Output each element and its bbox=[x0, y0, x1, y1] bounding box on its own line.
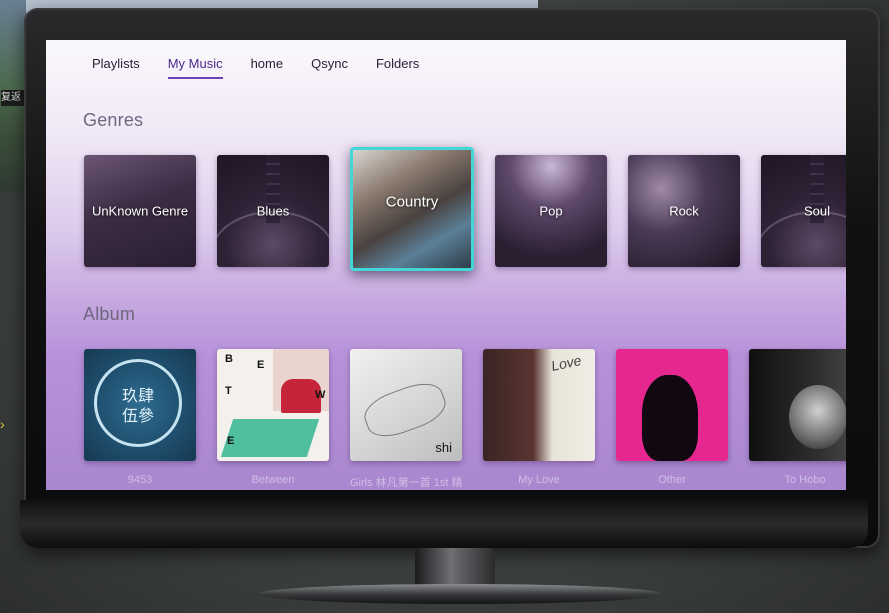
album-art-block bbox=[220, 419, 320, 457]
album-art-silhouette bbox=[642, 375, 698, 461]
tv-stand-base bbox=[258, 584, 662, 604]
background-window-caption: 复返 bbox=[1, 90, 25, 106]
tab-playlists[interactable]: Playlists bbox=[92, 56, 140, 79]
album-caption: To Hobo bbox=[784, 474, 826, 486]
album-art-letter: E bbox=[227, 435, 235, 447]
genre-label: Pop bbox=[539, 203, 563, 219]
album-art-letter: T bbox=[225, 385, 232, 397]
album-caption: Other bbox=[658, 474, 686, 486]
album-caption: Between bbox=[251, 474, 295, 486]
genre-label: Blues bbox=[256, 203, 290, 219]
genre-label: UnKnown Genre bbox=[91, 203, 189, 219]
album-cover-other[interactable] bbox=[616, 349, 728, 461]
album-caption: Girls 林凡第一首 1st 精 bbox=[350, 477, 462, 489]
album-row: 玖肆 伍參 B E T W E shi Love bbox=[84, 349, 846, 461]
genres-section-title: Genres bbox=[83, 110, 144, 130]
album-art-stroke bbox=[359, 376, 451, 444]
album-cover-to-hobo[interactable] bbox=[749, 349, 846, 461]
album-cover-girls[interactable]: shi bbox=[350, 349, 462, 461]
genre-tile-unknown[interactable]: UnKnown Genre bbox=[84, 155, 196, 267]
genre-label: Soul bbox=[803, 203, 831, 219]
album-caption: 9453 bbox=[127, 474, 153, 486]
album-seal-image: 玖肆 伍參 bbox=[94, 359, 182, 447]
tv-bezel bbox=[20, 500, 868, 548]
tab-qsync[interactable]: Qsync bbox=[311, 56, 348, 79]
genre-tile-soul[interactable]: Soul bbox=[761, 155, 846, 267]
genre-tile-pop[interactable]: Pop bbox=[495, 155, 607, 267]
album-art-letter: E bbox=[257, 359, 265, 371]
tab-home[interactable]: home bbox=[251, 56, 284, 79]
album-art-text: 玖肆 伍參 bbox=[121, 386, 154, 425]
background-window: 复返 bbox=[0, 0, 27, 192]
album-art-text: Love bbox=[549, 352, 583, 374]
arrow-icon: › bbox=[0, 416, 5, 432]
guitar-body-image bbox=[761, 211, 846, 267]
album-cover-9453[interactable]: 玖肆 伍參 bbox=[84, 349, 196, 461]
top-navigation: Playlists My Music home Qsync Folders bbox=[92, 56, 447, 79]
album-art-text: shi bbox=[435, 440, 452, 455]
album-captions-row: 9453 Between Girls 林凡第一首 1st 精 My Love O… bbox=[84, 474, 846, 490]
album-art-letter: W bbox=[315, 389, 326, 401]
tv-stand-neck bbox=[415, 548, 495, 588]
tab-my-music[interactable]: My Music bbox=[167, 56, 223, 79]
genre-label: Country bbox=[385, 193, 439, 211]
album-cover-between[interactable]: B E T W E bbox=[217, 349, 329, 461]
genre-tile-country[interactable]: Country bbox=[350, 147, 474, 271]
album-art-face bbox=[789, 385, 846, 449]
album-art-letter: B bbox=[225, 353, 233, 365]
album-caption: My Love bbox=[518, 474, 560, 486]
tv-screen: Playlists My Music home Qsync Folders Ge… bbox=[46, 40, 846, 490]
guitar-body-image bbox=[217, 211, 329, 267]
genre-tile-blues[interactable]: Blues bbox=[217, 155, 329, 267]
album-cover-my-love[interactable]: Love bbox=[483, 349, 595, 461]
genre-tile-rock[interactable]: Rock bbox=[628, 155, 740, 267]
tab-folders[interactable]: Folders bbox=[376, 56, 419, 79]
genre-label: Rock bbox=[669, 203, 699, 219]
album-section-title: Album bbox=[83, 304, 136, 324]
genres-row: UnKnown Genre Blues Country Pop Rock Sou… bbox=[84, 147, 846, 271]
